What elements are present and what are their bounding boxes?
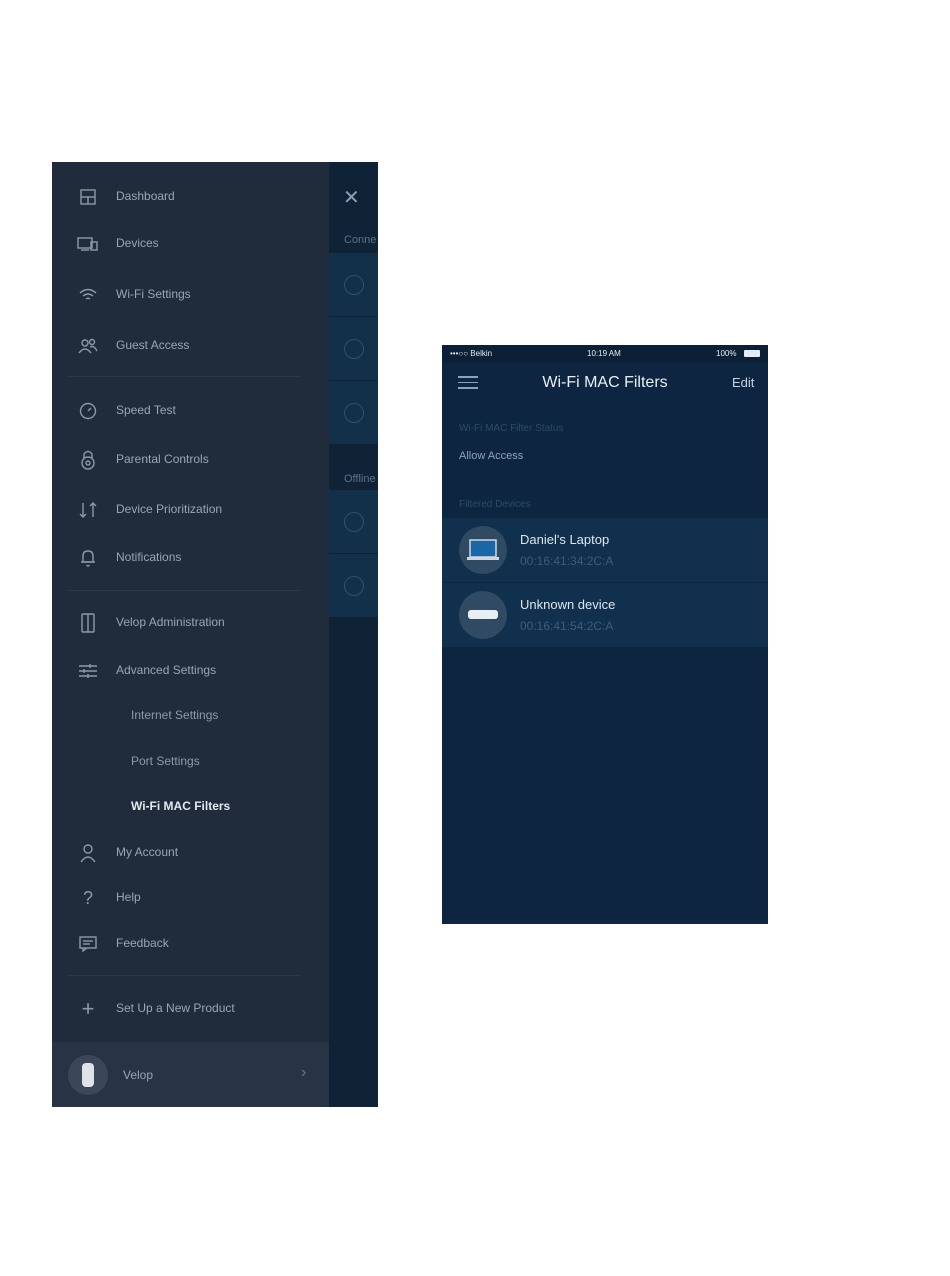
- nav-label: Set Up a New Product: [116, 1001, 235, 1015]
- question-mark-icon: ?: [82, 887, 93, 908]
- device-circle-icon: [344, 512, 364, 532]
- nav-item-guest-access[interactable]: Guest Access: [52, 326, 329, 366]
- nav-label: Dashboard: [116, 189, 175, 203]
- filter-status-value[interactable]: Allow Access: [459, 450, 523, 462]
- nav-item-device-prioritization[interactable]: Device Prioritization: [52, 490, 329, 530]
- battery-icon: [744, 350, 760, 357]
- devices-icon: [76, 233, 100, 255]
- device-name: Unknown device: [520, 597, 616, 612]
- nav-item-devices[interactable]: Devices: [52, 224, 329, 264]
- divider: [68, 975, 300, 976]
- sliders-icon: [76, 660, 100, 682]
- nav-sub-label: Port Settings: [131, 754, 200, 768]
- nav-label: Devices: [116, 236, 159, 250]
- background-list-item: [329, 253, 378, 316]
- feedback-icon: [76, 933, 100, 955]
- device-circle-icon: [344, 275, 364, 295]
- device-circle-icon: [344, 339, 364, 359]
- nav-item-wifi-settings[interactable]: Wi-Fi Settings: [52, 275, 329, 315]
- nav-label: Advanced Settings: [116, 663, 217, 677]
- page-title: Wi-Fi MAC Filters: [542, 374, 668, 391]
- nav-label: Guest Access: [116, 338, 190, 352]
- offline-section-label: Offline: [344, 473, 376, 485]
- velop-footer-item[interactable]: Velop ›: [52, 1042, 329, 1107]
- nav-sub-label-active: Wi-Fi MAC Filters: [131, 799, 231, 813]
- nav-subitem-port-settings[interactable]: Port Settings: [52, 742, 329, 782]
- background-list-item: [329, 381, 378, 444]
- nav-drawer: Dashboard Devices Wi-Fi Settings Guest A…: [52, 162, 329, 1107]
- bell-icon: [76, 547, 100, 569]
- guest-access-icon: [76, 335, 100, 357]
- footer-label: Velop: [123, 1068, 154, 1082]
- nav-label: Notifications: [116, 550, 182, 564]
- nav-item-notifications[interactable]: Notifications: [52, 538, 329, 578]
- nav-item-advanced-settings[interactable]: Advanced Settings: [52, 651, 329, 691]
- wifi-icon: [76, 284, 100, 306]
- background-list-item: [329, 490, 378, 553]
- background-list-item: [329, 554, 378, 617]
- background-list-item: [329, 317, 378, 380]
- chevron-right-icon: ›: [301, 1064, 307, 1081]
- nav-label: Speed Test: [116, 403, 176, 417]
- divider: [68, 376, 300, 377]
- device-list-item[interactable]: Unknown device 00:16:41:54:2C:A: [442, 583, 768, 647]
- status-bar: •••○○ Belkin 10:19 AM 100%: [442, 345, 768, 363]
- carrier-text: •••○○ Belkin: [450, 349, 493, 358]
- navigation-drawer-screen: ✕ Conne Offline Dashboard Devices Wi-Fi …: [52, 162, 378, 1107]
- battery-percent: 100%: [716, 349, 737, 358]
- device-circle-icon: [344, 403, 364, 423]
- nav-label: Velop Administration: [116, 615, 225, 629]
- prioritization-arrows-icon: [76, 499, 100, 521]
- nav-label: Feedback: [116, 936, 169, 950]
- speed-test-icon: [76, 400, 100, 422]
- dashboard-icon: [76, 186, 100, 208]
- laptop-icon: [459, 526, 507, 574]
- nav-item-velop-administration[interactable]: Velop Administration: [52, 603, 329, 643]
- device-mac-address: 00:16:41:54:2C:A: [520, 619, 614, 633]
- parental-controls-icon: [76, 449, 100, 471]
- divider: [68, 590, 300, 591]
- close-icon[interactable]: ✕: [343, 188, 360, 208]
- nav-item-speed-test[interactable]: Speed Test: [52, 391, 329, 431]
- nav-item-set-up-new-product[interactable]: + Set Up a New Product: [52, 989, 329, 1029]
- nav-subitem-internet-settings[interactable]: Internet Settings: [52, 696, 329, 736]
- device-list-item[interactable]: Daniel's Laptop 00:16:41:34:2C:A: [442, 518, 768, 582]
- unknown-device-icon: [459, 591, 507, 639]
- wifi-mac-filters-screen: •••○○ Belkin 10:19 AM 100% Wi-Fi MAC Fil…: [442, 345, 768, 924]
- velop-node-avatar: [68, 1055, 108, 1095]
- device-mac-address: 00:16:41:34:2C:A: [520, 554, 614, 568]
- filter-status-label: Wi-Fi MAC Filter Status: [459, 423, 564, 434]
- nav-subitem-wifi-mac-filters[interactable]: Wi-Fi MAC Filters: [52, 787, 329, 827]
- filtered-devices-label: Filtered Devices: [459, 499, 531, 510]
- nav-item-feedback[interactable]: Feedback: [52, 924, 329, 964]
- nav-label: Parental Controls: [116, 452, 209, 466]
- nav-label: Device Prioritization: [116, 502, 223, 516]
- device-name: Daniel's Laptop: [520, 532, 610, 547]
- person-icon: [76, 842, 100, 864]
- connected-section-label: Conne: [344, 234, 377, 246]
- device-circle-icon: [344, 576, 364, 596]
- nav-sub-label: Internet Settings: [131, 708, 219, 722]
- nav-item-my-account[interactable]: My Account: [52, 833, 329, 873]
- velop-node-icon: [76, 612, 100, 634]
- background-page: ✕ Conne Offline: [329, 162, 378, 1107]
- nav-label: Wi-Fi Settings: [116, 287, 191, 301]
- plus-icon: +: [81, 996, 95, 1021]
- nav-item-help[interactable]: ? Help: [52, 878, 329, 918]
- nav-label: Help: [116, 890, 141, 904]
- nav-item-dashboard[interactable]: Dashboard: [52, 177, 329, 217]
- status-time: 10:19 AM: [587, 349, 621, 358]
- nav-item-parental-controls[interactable]: Parental Controls: [52, 440, 329, 480]
- edit-button[interactable]: Edit: [732, 375, 754, 390]
- nav-label: My Account: [116, 845, 179, 859]
